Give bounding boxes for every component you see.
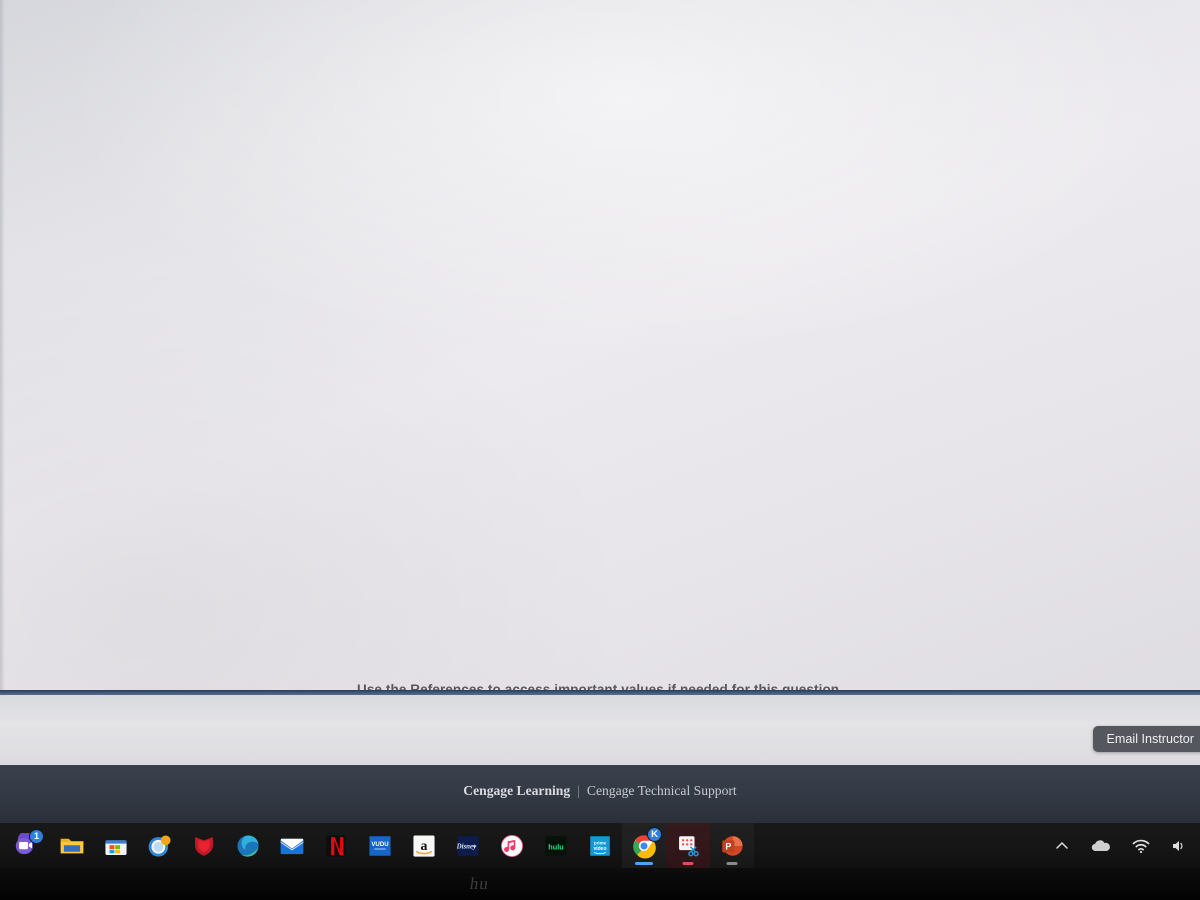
footer-separator: |: [577, 783, 580, 798]
file-explorer-icon: [60, 838, 84, 853]
taskbar-item-powerpoint[interactable]: P: [710, 823, 754, 868]
weather-search-icon: [148, 834, 171, 857]
snipping-tool-active-indicator: [682, 862, 694, 865]
powerpoint-active-indicator: [726, 862, 738, 865]
chevron-up-icon: [1056, 841, 1068, 849]
taskbar-item-amazon[interactable]: a: [402, 823, 446, 868]
show-hidden-icons-button[interactable]: [1054, 838, 1070, 854]
laptop-bezel: [0, 868, 1200, 900]
page-left-gutter: [0, 0, 5, 692]
footer-link-technical-support[interactable]: Cengage Technical Support: [587, 783, 737, 798]
taskbar-item-google-chrome[interactable]: K: [622, 823, 666, 868]
laptop-screen-photo: Use the References to access important v…: [0, 0, 1200, 900]
svg-text:hulu: hulu: [548, 842, 563, 851]
taskbar-item-file-explorer[interactable]: [50, 823, 94, 868]
taskbar-item-microsoft-edge[interactable]: [226, 823, 270, 868]
taskbar-item-microsoft-store[interactable]: [94, 823, 138, 868]
powerpoint-icon: P: [722, 835, 743, 856]
mcafee-icon: [195, 836, 213, 856]
teams-badge: 1: [29, 829, 44, 844]
taskbar-item-snipping-tool[interactable]: [666, 823, 710, 868]
amazon-icon: a: [413, 834, 435, 857]
taskbar-item-prime-video[interactable]: prime video: [578, 823, 622, 868]
chrome-profile-badge: K: [647, 827, 662, 842]
svg-text:prime: prime: [594, 840, 606, 845]
footer-links: Cengage Learning | Cengage Technical Suppo…: [0, 783, 1200, 799]
taskbar-item-mail[interactable]: [270, 823, 314, 868]
taskbar-item-netflix[interactable]: [314, 823, 358, 868]
onedrive-cloud-icon: [1091, 839, 1110, 851]
taskbar-icon-strip: 1 VUDU a Disney + hulu prime video K P: [6, 823, 754, 868]
browser-content-area: Use the References to access important v…: [0, 0, 1200, 692]
svg-text:a: a: [421, 838, 428, 853]
taskbar-item-disney-plus[interactable]: Disney +: [446, 823, 490, 868]
taskbar-item-vudu[interactable]: VUDU: [358, 823, 402, 868]
chrome-active-indicator: [635, 862, 653, 865]
svg-text:VUDU: VUDU: [371, 841, 389, 848]
speaker-icon: [1173, 840, 1183, 851]
wifi-icon: [1132, 839, 1150, 853]
disney-plus-icon: Disney +: [456, 835, 479, 856]
svg-text:+: +: [473, 843, 477, 850]
bezel-reflection: hu: [468, 874, 491, 893]
prime-video-icon: prime video: [590, 835, 610, 856]
windows-taskbar: 1 VUDU a Disney + hulu prime video K P: [0, 823, 1200, 868]
taskbar-item-hulu[interactable]: hulu: [534, 823, 578, 868]
network-tray-button[interactable]: [1132, 838, 1150, 854]
svg-text:video: video: [593, 846, 606, 852]
netflix-icon: [326, 834, 346, 857]
email-instructor-button[interactable]: Email Instructor: [1092, 726, 1200, 752]
itunes-icon: [501, 834, 523, 857]
onedrive-tray-button[interactable]: [1090, 838, 1112, 854]
volume-tray-button[interactable]: [1170, 838, 1186, 854]
snipping-tool-icon: [679, 835, 699, 856]
taskbar-item-microsoft-teams[interactable]: 1: [6, 823, 50, 868]
system-tray: [1054, 823, 1186, 868]
taskbar-item-mcafee[interactable]: [182, 823, 226, 868]
taskbar-item-search[interactable]: [138, 823, 182, 868]
hulu-icon: hulu: [545, 835, 567, 856]
svg-text:P: P: [725, 841, 731, 851]
taskbar-item-itunes[interactable]: [490, 823, 534, 868]
vudu-icon: VUDU: [369, 835, 391, 856]
mail-icon: [280, 838, 304, 854]
page-footer: Cengage Learning | Cengage Technical Suppo…: [0, 765, 1200, 823]
microsoft-store-icon: [105, 839, 127, 855]
microsoft-edge-icon: [237, 834, 259, 857]
footer-link-cengage-learning[interactable]: Cengage Learning: [463, 783, 570, 798]
secondary-toolbar-band: [0, 695, 1200, 765]
